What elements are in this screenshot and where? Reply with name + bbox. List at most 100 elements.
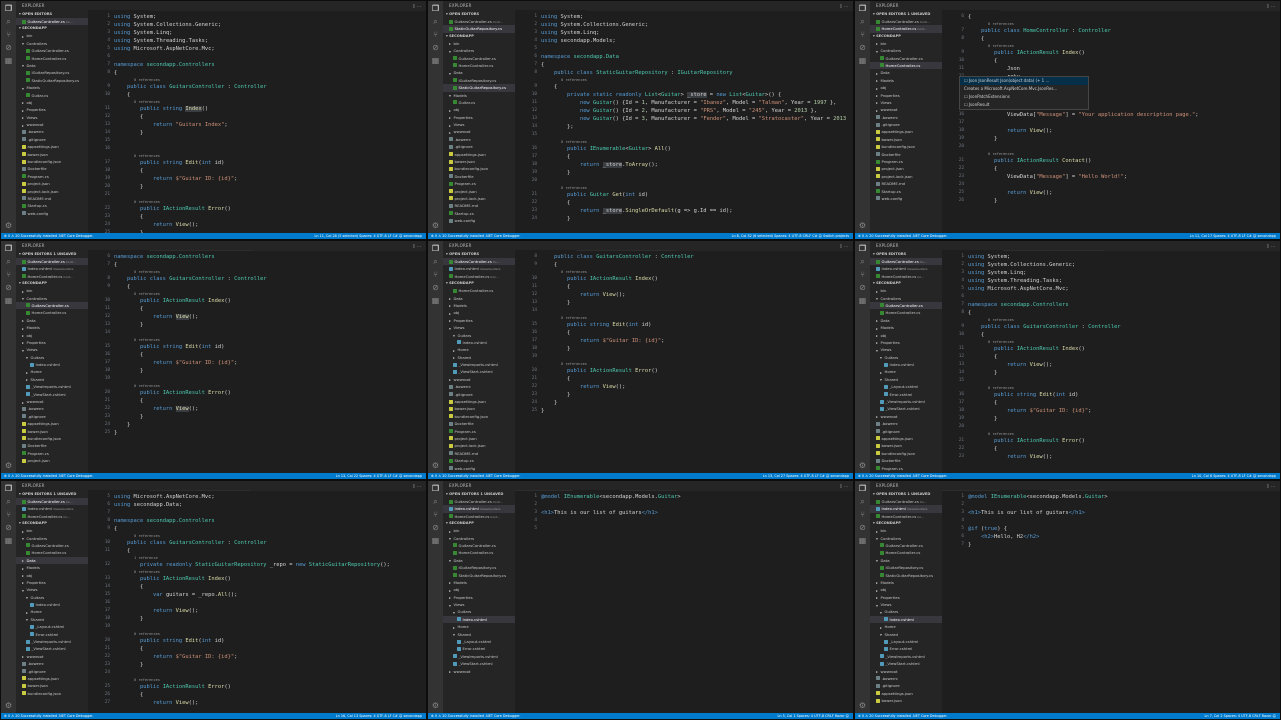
tree-item[interactable]: _ViewStart.cshtml <box>443 368 515 375</box>
extensions-icon[interactable]: ▦ <box>4 296 13 305</box>
tree-item[interactable]: Error.cshtml <box>870 391 942 398</box>
tree-item[interactable]: ▸ Models <box>870 77 942 84</box>
source-control-icon[interactable]: ⑂ <box>858 510 867 519</box>
status-left[interactable]: ⊗ 0 ⚠ 20 Successfully installed .NET Cor… <box>4 474 93 478</box>
intellisense-item[interactable]: Creates a Microsoft.AspNetCore.Mvc.JsonR… <box>960 85 1088 93</box>
tree-item[interactable]: ▸ bin <box>870 527 942 534</box>
tree-item[interactable]: ▸ Data <box>16 317 88 324</box>
tree-item[interactable]: StaticGuitarRepository.cs <box>443 84 515 92</box>
tree-item[interactable]: bower.json <box>16 682 88 689</box>
tree-item[interactable]: .gitignore <box>16 136 88 143</box>
intellisense-item[interactable]: ☐ JsonPatchExtensions <box>960 93 1088 101</box>
tree-item[interactable]: HomeController.cs <box>443 549 515 556</box>
tree-item[interactable]: Index.cshtml <box>870 615 942 624</box>
tree-item[interactable]: web.config <box>443 465 515 472</box>
tree-item[interactable]: README.md <box>443 202 515 209</box>
tree-item[interactable]: ▾ Guitars <box>443 608 515 615</box>
tree-item[interactable]: IGuitarRepository.cs <box>443 77 515 84</box>
tree-item[interactable]: bundleconfig.json <box>16 690 88 697</box>
tree-item[interactable]: Index.cshtml <box>16 361 88 368</box>
debug-icon[interactable]: ⊘ <box>858 523 867 532</box>
search-icon[interactable]: ⌕ <box>858 257 867 266</box>
tree-item[interactable]: Dockerfile <box>16 165 88 172</box>
code-editor[interactable]: 1 2 3 4 5 6 7 8 9 10 11 12 13 14 15 16 17 18 19 20 21 22 23 usi… <box>942 251 1280 473</box>
files-icon[interactable]: ❐ <box>4 244 13 253</box>
tree-item[interactable]: Program.cs <box>16 173 88 180</box>
tree-item[interactable]: .bowerrc <box>870 114 942 121</box>
tree-item[interactable]: GuitarsController.cs Co... <box>16 498 88 506</box>
tree-item[interactable]: ▸ bin <box>16 32 88 39</box>
code-editor[interactable]: 1 2 3 4 5 @model IEnumerable<secondapp.Models… <box>515 491 853 713</box>
source-control-icon[interactable]: ⑂ <box>4 510 13 519</box>
tree-item[interactable]: appsettings.json <box>16 143 88 150</box>
tree-item[interactable]: .bowerrc <box>443 136 515 143</box>
status-left[interactable]: ⊗ 0 ⚠ 20 Successfully installed .NET Cor… <box>858 714 947 718</box>
tree-item[interactable]: ▸ Home <box>443 346 515 353</box>
tree-item[interactable]: ▾ Controllers <box>443 535 515 542</box>
explorer-section-title[interactable]: ▾ SECONDAPP <box>16 520 88 527</box>
intellisense-item[interactable]: ☐ JsonResult <box>960 101 1088 109</box>
tree-item[interactable]: _Layout.cshtml <box>16 623 88 630</box>
more-icon[interactable]: … <box>417 483 423 488</box>
tree-item[interactable]: Startup.cs <box>870 188 942 195</box>
tree-item[interactable]: ▾ Shared <box>443 631 515 638</box>
explorer-section-title[interactable]: ▾ SECONDAPP <box>870 520 942 527</box>
tree-item[interactable]: HomeController.cs <box>870 61 942 70</box>
tree-item[interactable]: ▸ Properties <box>443 114 515 121</box>
tree-item[interactable]: Index.cshtml Views\Guitars <box>16 265 88 272</box>
tree-item[interactable]: Dockerfile <box>16 442 88 449</box>
status-left[interactable]: ⊗ 0 ⚠ 20 Successfully installed .NET Cor… <box>431 474 520 478</box>
search-icon[interactable]: ⌕ <box>4 497 13 506</box>
gear-icon[interactable]: ⚙ <box>858 701 867 710</box>
more-icon[interactable]: … <box>417 3 423 8</box>
tree-item[interactable]: appsettings.json <box>870 690 942 697</box>
tree-item[interactable]: HomeController.cs Cont... <box>870 25 942 33</box>
tree-item[interactable]: Program.cs <box>443 180 515 187</box>
tree-item[interactable]: GuitarsController.cs Co... <box>870 498 942 505</box>
files-icon[interactable]: ❐ <box>4 484 13 493</box>
tree-item[interactable]: appsettings.json <box>870 435 942 442</box>
tree-item[interactable]: .gitignore <box>16 413 88 420</box>
tree-item[interactable]: appsettings.json <box>16 420 88 427</box>
tree-item[interactable]: ▾ Data <box>443 69 515 76</box>
files-icon[interactable]: ❐ <box>431 4 440 13</box>
tree-item[interactable]: GuitarsController.cs Co... <box>443 258 515 266</box>
tree-item[interactable]: HomeController.cs <box>16 309 88 316</box>
tree-item[interactable]: ▸ obj <box>443 106 515 113</box>
tree-item[interactable]: .gitignore <box>870 121 942 128</box>
source-control-icon[interactable]: ⑂ <box>431 510 440 519</box>
tree-item[interactable]: _ViewStart.cshtml <box>16 391 88 398</box>
explorer-section-title[interactable]: ▾ OPEN EDITORS <box>16 11 88 18</box>
tree-item[interactable]: GuitarsController.cs Cont... <box>443 18 515 25</box>
tree-item[interactable]: HomeController.cs Co... <box>870 513 942 520</box>
tree-item[interactable]: ▾ Views <box>16 586 88 593</box>
explorer-section-title[interactable]: ▾ SECONDAPP <box>443 33 515 40</box>
tree-item[interactable]: ▾ Views <box>870 346 942 353</box>
tree-item[interactable]: Error.cshtml <box>16 631 88 638</box>
tree-item[interactable]: ▸ obj <box>870 332 942 339</box>
tree-item[interactable]: ▸ Models <box>16 564 88 571</box>
tree-item[interactable]: ▸ obj <box>16 332 88 339</box>
tree-item[interactable]: StaticGuitarRepository.cs <box>16 77 88 84</box>
tree-item[interactable]: Startup.cs <box>443 457 515 464</box>
tree-item[interactable]: StaticGuitarRepository.cs <box>443 572 515 579</box>
tree-item[interactable]: ▸ Home <box>443 623 515 630</box>
tree-item[interactable]: IGuitarRepository.cs <box>443 564 515 571</box>
search-icon[interactable]: ⌕ <box>431 497 440 506</box>
tree-item[interactable]: ▸ Home <box>16 368 88 375</box>
tree-item[interactable]: ▸ Home <box>16 608 88 615</box>
explorer-section-title[interactable]: ▾ OPEN EDITORS 1 UNSAVED <box>16 251 88 258</box>
status-left[interactable]: ⊗ 0 ⚠ 20 Successfully installed .NET Cor… <box>4 714 93 718</box>
tree-item[interactable]: web.config <box>870 195 942 202</box>
tree-item[interactable]: GuitarsController.cs <box>16 47 88 54</box>
tree-item[interactable]: ▸ bin <box>870 40 942 47</box>
tree-item[interactable]: GuitarsController.cs Cont... <box>870 18 942 25</box>
tree-item[interactable]: project.json <box>870 165 942 172</box>
tree-item[interactable]: Program.cs <box>443 428 515 435</box>
status-right[interactable]: Ln 10, Col 6 Spaces: 4 UTF-8 LF C# ☺ sec… <box>1192 473 1276 479</box>
tree-item[interactable]: Guitar.cs <box>16 92 88 99</box>
tree-item[interactable]: _ViewStart.cshtml <box>443 660 515 667</box>
explorer-section-title[interactable]: ▾ OPEN EDITORS <box>443 11 515 18</box>
tree-item[interactable]: ▸ Models <box>870 324 942 331</box>
extensions-icon[interactable]: ▦ <box>858 56 867 65</box>
